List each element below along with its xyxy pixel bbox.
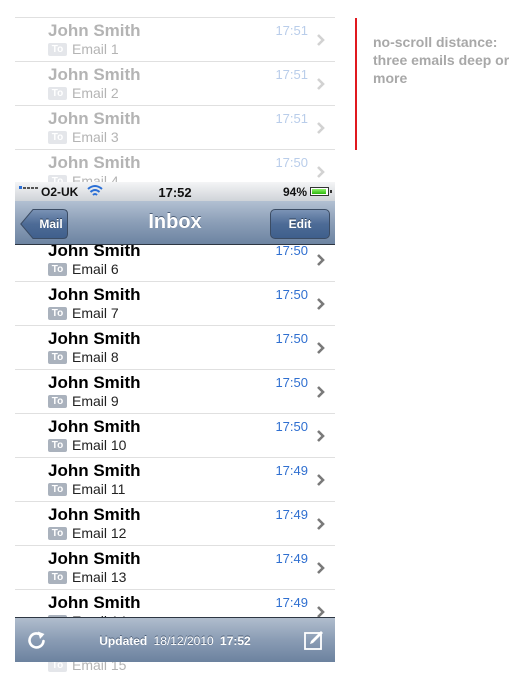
sender-name: John Smith	[48, 21, 141, 40]
to-badge: To	[48, 306, 67, 320]
email-subject-line: To Email 6	[48, 261, 119, 277]
chevron-right-icon	[317, 518, 325, 530]
to-badge: To	[48, 482, 67, 496]
email-subject: Email 12	[72, 525, 127, 541]
chevron-right-icon	[317, 562, 325, 574]
sender-name: John Smith	[48, 109, 141, 128]
sender-name: John Smith	[48, 505, 141, 524]
battery-icon	[310, 187, 332, 196]
sender-name: John Smith	[48, 593, 141, 612]
email-time: 17:50	[275, 419, 308, 434]
email-subject: Email 10	[72, 437, 127, 453]
chevron-right-icon	[317, 78, 325, 90]
sender-name: John Smith	[48, 285, 141, 304]
email-time: 17:50	[275, 243, 308, 258]
sender-name: John Smith	[48, 329, 141, 348]
email-subject: Email 6	[72, 261, 119, 277]
email-time: 17:51	[275, 23, 308, 38]
email-list-item[interactable]: John Smith To Email 2 17:51	[15, 61, 335, 105]
email-subject-line: To Email 12	[48, 525, 127, 541]
email-subject: Email 3	[72, 129, 119, 145]
email-list-item[interactable]: John Smith To Email 1 17:51	[15, 17, 335, 61]
compose-icon[interactable]	[303, 629, 325, 651]
to-badge: To	[48, 86, 67, 100]
chevron-right-icon	[317, 122, 325, 134]
to-badge: To	[48, 350, 67, 364]
email-time: 17:50	[275, 155, 308, 170]
sender-name: John Smith	[48, 65, 141, 84]
email-subject-line: To Email 9	[48, 393, 119, 409]
bottom-toolbar: Updated 18/12/2010 17:52	[15, 617, 335, 662]
email-list-item[interactable]: John Smith To Email 13 17:49	[15, 545, 335, 589]
email-subject-line: To Email 1	[48, 41, 119, 57]
email-subject-line: To Email 13	[48, 569, 127, 585]
to-badge: To	[48, 262, 67, 276]
to-badge: To	[48, 570, 67, 584]
chevron-right-icon	[317, 474, 325, 486]
email-subject: Email 13	[72, 569, 127, 585]
chevron-right-icon	[317, 34, 325, 46]
sender-name: John Smith	[48, 417, 141, 436]
last-updated-status: Updated 18/12/2010 17:52	[15, 634, 335, 648]
to-badge: To	[48, 394, 67, 408]
to-badge: To	[48, 438, 67, 452]
to-badge: To	[48, 130, 67, 144]
sender-name: John Smith	[48, 153, 141, 172]
to-badge: To	[48, 42, 67, 56]
email-subject-line: To Email 3	[48, 129, 119, 145]
annotation-line	[355, 18, 357, 150]
email-subject-line: To Email 11	[48, 481, 126, 497]
chevron-right-icon	[317, 254, 325, 266]
email-subject: Email 9	[72, 393, 119, 409]
email-time: 17:49	[275, 507, 308, 522]
chevron-right-icon	[317, 430, 325, 442]
email-list-item[interactable]: John Smith To Email 8 17:50	[15, 325, 335, 369]
email-time: 17:49	[275, 463, 308, 478]
email-time: 17:49	[275, 595, 308, 610]
email-time: 17:50	[275, 375, 308, 390]
email-list-item[interactable]: John Smith To Email 11 17:49	[15, 457, 335, 501]
chevron-right-icon	[317, 386, 325, 398]
sender-name: John Smith	[48, 373, 141, 392]
chevron-right-icon	[317, 166, 325, 178]
chevron-right-icon	[317, 298, 325, 310]
edit-button[interactable]: Edit	[270, 209, 330, 239]
sender-name: John Smith	[48, 461, 141, 480]
email-list-item[interactable]: John Smith To Email 7 17:50	[15, 281, 335, 325]
email-subject-line: To Email 2	[48, 85, 119, 101]
email-list-item[interactable]: John Smith To Email 12 17:49	[15, 501, 335, 545]
to-badge: To	[48, 526, 67, 540]
annotation-text: no-scroll distance: three emails deep or…	[373, 34, 510, 86]
email-time: 17:50	[275, 287, 308, 302]
email-subject: Email 1	[72, 41, 119, 57]
updated-time: 17:52	[220, 634, 251, 648]
email-list-item[interactable]: John Smith To Email 10 17:50	[15, 413, 335, 457]
updated-date: 18/12/2010	[153, 634, 214, 648]
email-subject-line: To Email 8	[48, 349, 119, 365]
navigation-bar: Mail Inbox Edit	[15, 201, 335, 245]
email-subject: Email 2	[72, 85, 119, 101]
email-subject-line: To Email 10	[48, 437, 127, 453]
updated-label: Updated	[99, 634, 148, 648]
email-time: 17:50	[275, 331, 308, 346]
email-subject: Email 8	[72, 349, 119, 365]
chevron-right-icon	[317, 342, 325, 354]
sender-name: John Smith	[48, 549, 141, 568]
email-time: 17:51	[275, 111, 308, 126]
email-list-item[interactable]: John Smith To Email 3 17:51	[15, 105, 335, 149]
email-subject: Email 11	[72, 481, 126, 497]
email-subject-line: To Email 7	[48, 305, 119, 321]
email-list-item[interactable]: John Smith To Email 9 17:50	[15, 369, 335, 413]
email-time: 17:49	[275, 551, 308, 566]
email-subject: Email 7	[72, 305, 119, 321]
battery-percent: 94%	[282, 185, 307, 199]
email-time: 17:51	[275, 67, 308, 82]
status-bar: O2-UK 17:52 94%	[15, 182, 335, 201]
